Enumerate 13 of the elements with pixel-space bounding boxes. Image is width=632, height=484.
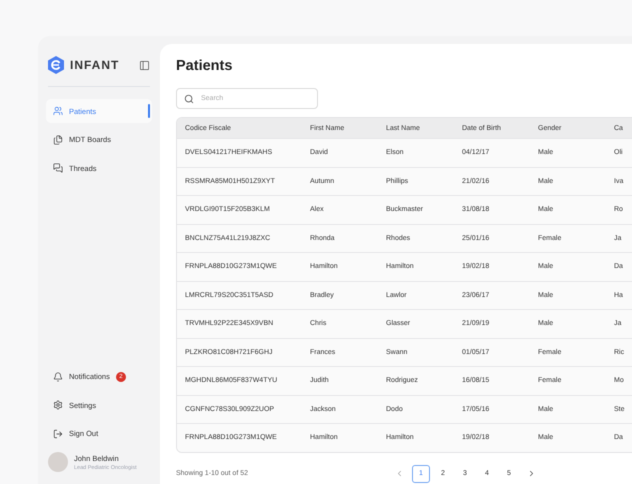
logo-icon: [48, 56, 64, 74]
avatar: [48, 452, 68, 472]
active-indicator: [148, 104, 150, 118]
bell-icon: [53, 372, 63, 382]
sidebar-toggle-icon[interactable]: [139, 60, 150, 70]
documents-icon: [53, 134, 63, 144]
page-title: Patients: [176, 58, 234, 74]
sign-out-icon: [53, 428, 63, 438]
brand-name: INFANT: [70, 58, 120, 72]
chat-icon: [53, 163, 63, 173]
settings-icon: [53, 400, 63, 410]
search-icon: [184, 94, 194, 104]
users-icon: [53, 106, 63, 116]
